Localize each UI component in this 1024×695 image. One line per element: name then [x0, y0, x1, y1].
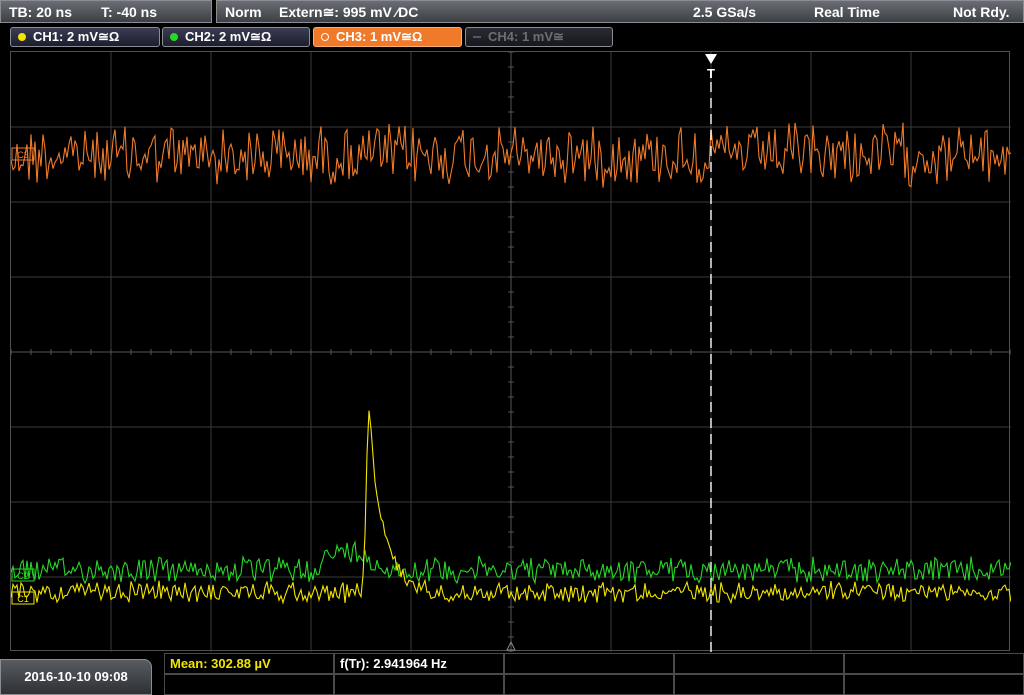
- timebase-label: TB: 20 ns: [9, 4, 73, 20]
- waveform-canvas[interactable]: T C3 C2 C1: [11, 52, 1011, 652]
- trigger-offset-label: T: -40 ns: [101, 4, 158, 20]
- trigger-position-icon: [705, 54, 717, 64]
- ch4-indicator-icon: [473, 36, 481, 38]
- timebase-box[interactable]: TB: 20 ns T: -40 ns: [0, 0, 212, 23]
- sample-rate: 2.5 GSa/s: [693, 4, 757, 20]
- measurement-slot-4[interactable]: [674, 653, 844, 674]
- measurement-slot-8[interactable]: [504, 674, 674, 695]
- measurement-slot-9[interactable]: [674, 674, 844, 695]
- channel-bar: CH1: 2 mV≅Ω CH2: 2 mV≅Ω CH3: 1 mV≅Ω CH4:…: [0, 25, 1024, 49]
- tab-ch3[interactable]: CH3: 1 mV≅Ω: [313, 27, 462, 47]
- mean-measurement[interactable]: Mean: 302.88 µV: [164, 653, 334, 674]
- measurement-slot-7[interactable]: [334, 674, 504, 695]
- ch3-label: CH3: 1 mV≅Ω: [336, 29, 423, 44]
- measurement-table[interactable]: Mean: 302.88 µV f(Tr): 2.941964 Hz: [164, 653, 1024, 695]
- ch1-ref-marker: C1: [17, 594, 29, 604]
- frequency-measurement[interactable]: f(Tr): 2.941964 Hz: [334, 653, 504, 674]
- ch2-label: CH2: 2 mV≅Ω: [185, 29, 272, 44]
- ch4-label: CH4: 1 mV≅: [488, 29, 564, 44]
- ch3-indicator-icon: [321, 33, 329, 41]
- measurement-slot-6[interactable]: [164, 674, 334, 695]
- ch2-ref-marker: C2: [17, 571, 29, 581]
- tab-ch4[interactable]: CH4: 1 mV≅: [465, 27, 613, 47]
- tab-ch2[interactable]: CH2: 2 mV≅Ω: [162, 27, 310, 47]
- measurement-slot-3[interactable]: [504, 653, 674, 674]
- measurement-slot-5[interactable]: [844, 653, 1024, 674]
- datetime-display: 2016-10-10 09:08: [0, 659, 152, 695]
- ch3-ref-marker: C3: [17, 150, 29, 160]
- ch1-label: CH1: 2 mV≅Ω: [33, 29, 120, 44]
- waveform-display[interactable]: T C3 C2 C1: [10, 51, 1011, 652]
- acquisition-mode: Real Time: [814, 4, 880, 20]
- tab-ch1[interactable]: CH1: 2 mV≅Ω: [10, 27, 160, 47]
- top-status-bar: TB: 20 ns T: -40 ns Norm Extern≅: 995 mV…: [0, 0, 1024, 24]
- trigger-mode: Norm: [225, 4, 262, 20]
- ch2-indicator-icon: [170, 33, 178, 41]
- trigger-marker-label: T: [707, 66, 715, 81]
- bottom-bar: 2016-10-10 09:08 Mean: 302.88 µV f(Tr): …: [0, 653, 1024, 695]
- ch1-indicator-icon: [18, 33, 26, 41]
- measurement-slot-10[interactable]: [844, 674, 1024, 695]
- acquisition-status-bar[interactable]: Norm Extern≅: 995 mV ⁄DC 2.5 GSa/s Real …: [216, 0, 1024, 23]
- trigger-state: Not Rdy.: [953, 4, 1010, 20]
- trigger-source: Extern≅: 995 mV ⁄DC: [279, 4, 419, 20]
